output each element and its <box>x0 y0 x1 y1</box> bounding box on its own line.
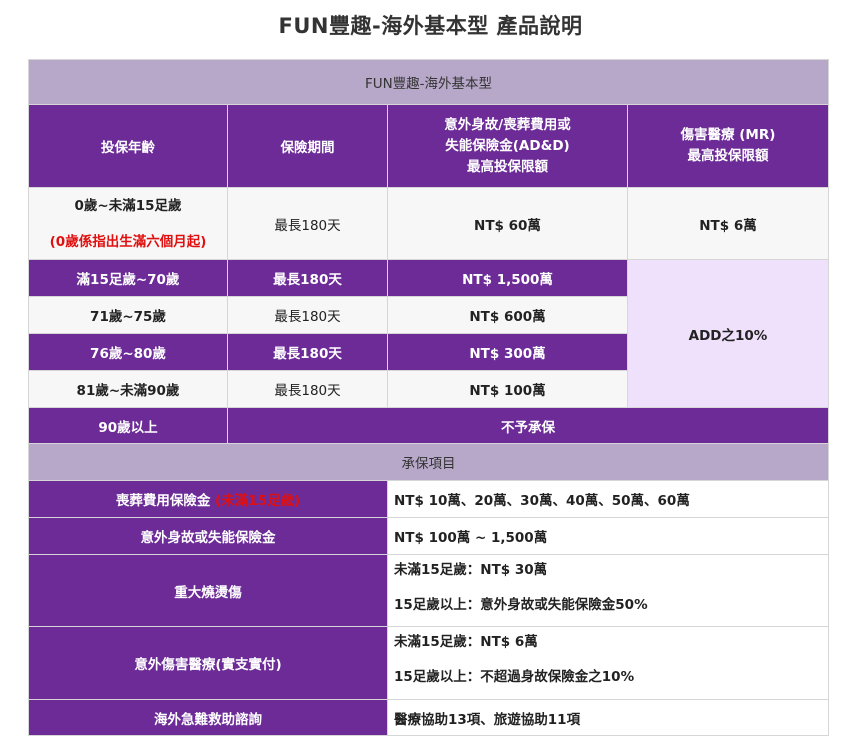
age-text: 0歲~未滿15足歲 <box>74 197 182 214</box>
coverage-row: 意外身故或失能保險金 NT$ 100萬 ~ 1,500萬 <box>28 517 829 555</box>
period-cell: 最長180天 <box>227 333 388 371</box>
age-column-header: 投保年齡 <box>28 104 228 188</box>
add-cell: NT$ 100萬 <box>387 370 628 408</box>
add-cell: NT$ 1,500萬 <box>387 259 628 297</box>
age-cell: 滿15足歲~70歲 <box>28 259 228 297</box>
table-row: 90歲以上 不予承保 <box>28 407 829 444</box>
coverage-label: 重大燒燙傷 <box>28 554 388 627</box>
coverage-title: 承保項目 <box>28 443 829 481</box>
coverage-value: 醫療協助13項、旅遊協助11項 <box>387 699 829 736</box>
coverage-row: 喪葬費用保險金 (未滿15足歲) NT$ 10萬、20萬、30萬、40萬、50萬… <box>28 480 829 518</box>
coverage-label: 喪葬費用保險金 (未滿15足歲) <box>28 480 388 518</box>
plan-name-header: FUN豐趣-海外基本型 <box>28 59 829 105</box>
mr-cell: NT$ 6萬 <box>627 187 829 260</box>
add-cell: NT$ 600萬 <box>387 296 628 334</box>
table-row: 滿15足歲~70歲 最長180天 NT$ 1,500萬 ADD之10% <box>28 259 829 408</box>
period-cell: 最長180天 <box>227 370 388 408</box>
coverage-row: 重大燒燙傷 未滿15足歲：NT$ 30萬 15足歲以上：意外身故或失能保險金50… <box>28 554 829 627</box>
coverage-label-note: (未滿15足歲) <box>215 493 301 509</box>
coverage-row: 意外傷害醫療(實支實付) 未滿15足歲：NT$ 6萬 15足歲以上：不超過身故保… <box>28 626 829 700</box>
age-cell: 71歲~75歲 <box>28 296 228 334</box>
add-cell: NT$ 60萬 <box>387 187 628 260</box>
period-cell: 最長180天 <box>227 259 388 297</box>
period-cell: 最長180天 <box>227 187 388 260</box>
coverage-value: NT$ 10萬、20萬、30萬、40萬、50萬、60萬 <box>387 480 829 518</box>
coverage-value: NT$ 100萬 ~ 1,500萬 <box>387 517 829 555</box>
table-row: 0歲~未滿15足歲 (0歲係指出生滿六個月起) 最長180天 NT$ 60萬 N… <box>28 187 829 260</box>
coverage-value: 未滿15足歲：NT$ 6萬 15足歲以上：不超過身故保險金之10% <box>387 626 829 700</box>
coverage-value-line: 15足歲以上：不超過身故保險金之10% <box>394 669 635 685</box>
product-table: FUN豐趣-海外基本型 投保年齡 保險期間 意外身故/喪葬費用或 失能保險金(A… <box>28 59 829 736</box>
age-cell: 81歲~未滿90歲 <box>28 370 228 408</box>
age-cell: 76歲~80歲 <box>28 333 228 371</box>
mr-column-header: 傷害醫療 (MR) 最高投保限額 <box>627 104 829 188</box>
page-title: FUN豐趣-海外基本型 產品說明 <box>278 14 583 38</box>
add-cell: NT$ 300萬 <box>387 333 628 371</box>
add-header-line3: 最高投保限額 <box>467 158 548 175</box>
coverage-label: 意外身故或失能保險金 <box>28 517 388 555</box>
period-cell: 最長180天 <box>227 296 388 334</box>
coverage-label-text: 喪葬費用保險金 <box>115 493 211 509</box>
coverage-value-line: 15足歲以上：意外身故或失能保險金50% <box>394 597 648 613</box>
coverage-label: 海外急難救助諮詢 <box>28 699 388 736</box>
mr-header-line2: 最高投保限額 <box>687 148 769 164</box>
add-header-line2: 失能保險金(AD&D) <box>445 137 570 154</box>
not-covered-cell: 不予承保 <box>227 407 829 444</box>
period-column-header: 保險期間 <box>227 104 388 188</box>
coverage-value-line: 未滿15足歲：NT$ 30萬 <box>394 562 548 578</box>
coverage-label: 意外傷害醫療(實支實付) <box>28 626 388 700</box>
coverage-row: 海外急難救助諮詢 醫療協助13項、旅遊協助11項 <box>28 699 829 736</box>
mr-merged-cell: ADD之10% <box>627 259 829 408</box>
add-column-header: 意外身故/喪葬費用或 失能保險金(AD&D) 最高投保限額 <box>387 104 628 188</box>
age-cell: 0歲~未滿15足歲 (0歲係指出生滿六個月起) <box>28 187 228 260</box>
coverage-value: 未滿15足歲：NT$ 30萬 15足歲以上：意外身故或失能保險金50% <box>387 554 829 627</box>
add-header-line1: 意外身故/喪葬費用或 <box>444 116 571 133</box>
age-cell: 90歲以上 <box>28 407 228 444</box>
age-note: (0歲係指出生滿六個月起) <box>49 233 207 250</box>
coverage-value-line: 未滿15足歲：NT$ 6萬 <box>394 634 538 650</box>
mr-header-line1: 傷害醫療 (MR) <box>680 127 776 143</box>
